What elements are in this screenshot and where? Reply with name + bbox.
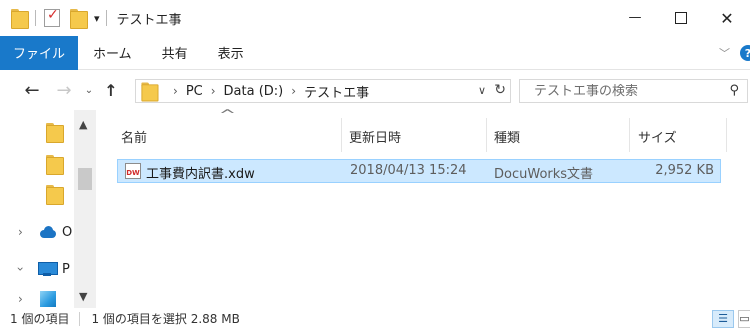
navigation-bar: ← → ⌄ ↑ › PC › Data (D:) › テストエ事 ∨ ↻ ⚲ (0, 70, 750, 110)
maximize-button[interactable] (658, 0, 704, 36)
minimize-button[interactable]: — (612, 0, 658, 36)
column-divider[interactable] (726, 118, 727, 152)
breadcrumb-folder[interactable]: テストエ事 (304, 82, 369, 101)
nav-item-folder[interactable] (0, 153, 74, 175)
address-history-chevron-icon[interactable]: ∨ (478, 84, 486, 97)
collapse-chevron-icon[interactable]: › (13, 267, 27, 272)
file-name: 工事費内訳書.xdw (146, 167, 255, 182)
search-icon[interactable]: ⚲ (729, 83, 739, 98)
qat-divider (35, 10, 36, 26)
status-divider (79, 311, 81, 326)
ribbon-tabs: ファイル ホーム 共有 表示 ﹀ ? (0, 35, 750, 70)
quick-access-toolbar: ✓ ▾ (0, 7, 111, 29)
expand-chevron-icon[interactable]: › (18, 225, 23, 239)
recent-locations-chevron-icon[interactable]: ⌄ (82, 85, 96, 96)
tab-view[interactable]: 表示 (203, 43, 259, 62)
title-bar: ✓ ▾ テストエ事 — ✕ (0, 0, 750, 36)
new-folder-icon[interactable] (70, 9, 88, 29)
close-button[interactable]: ✕ (704, 0, 750, 36)
scroll-down-icon[interactable]: ▼ (79, 290, 87, 303)
large-icons-view-icon[interactable]: ▭ (738, 309, 750, 328)
folder-icon (46, 185, 64, 205)
help-icon[interactable]: ? (740, 45, 750, 61)
nav-item-3d-objects[interactable]: › (0, 288, 74, 310)
nav-item-this-pc[interactable]: › P (0, 258, 74, 280)
breadcrumb-chevron-icon[interactable]: › (211, 84, 216, 98)
file-size: 2,952 KB (655, 163, 714, 178)
tab-share[interactable]: 共有 (147, 43, 203, 62)
nav-item-folder[interactable] (0, 121, 74, 143)
navigation-pane: › O › P › ▲ ▼ (0, 110, 96, 308)
folder-icon (46, 123, 64, 143)
tab-file[interactable]: ファイル (0, 35, 78, 70)
file-type: DocuWorks文書 (494, 167, 594, 182)
column-header-name[interactable]: 名前 (119, 110, 341, 152)
file-row[interactable]: DW 工事費内訳書.xdw 2018/04/13 15:24 DocuWorks… (117, 159, 721, 183)
maximize-icon (675, 12, 687, 24)
column-header-modified[interactable]: 更新日時 (342, 110, 486, 152)
customize-qat-dropdown[interactable]: ▾ (94, 12, 100, 25)
refresh-icon[interactable]: ↻ (494, 82, 506, 98)
file-modified: 2018/04/13 15:24 (350, 163, 467, 178)
nav-item-label: O (62, 224, 73, 240)
tab-home[interactable]: ホーム (78, 43, 147, 62)
search-input[interactable] (534, 83, 714, 99)
address-bar[interactable]: › PC › Data (D:) › テストエ事 ∨ ↻ (135, 79, 511, 103)
expand-chevron-icon[interactable]: › (18, 292, 23, 306)
breadcrumb-pc[interactable]: PC (186, 84, 203, 99)
window-title: テストエ事 (116, 12, 182, 28)
status-bar: 1 個の項目 1 個の項目を選択 2.88 MB ☰ ▭ (0, 308, 750, 329)
properties-icon[interactable]: ✓ (44, 7, 60, 27)
breadcrumb-drive[interactable]: Data (D:) (224, 84, 284, 99)
nav-item-folder[interactable] (0, 183, 74, 205)
expand-ribbon-chevron-icon[interactable]: ﹀ (719, 45, 730, 61)
breadcrumb-chevron-icon[interactable]: › (291, 84, 296, 98)
scroll-up-icon[interactable]: ▲ (79, 118, 87, 131)
folder-icon (141, 82, 159, 102)
column-header-type[interactable]: 種類 (487, 110, 629, 152)
status-selection: 1 個の項目を選択 2.88 MB (91, 312, 240, 326)
3d-objects-icon (40, 291, 56, 307)
folder-icon (46, 155, 64, 175)
nav-item-onedrive[interactable]: › O (0, 221, 74, 243)
nav-pane-scrollbar[interactable]: ▲ ▼ (74, 110, 96, 308)
qat-divider (105, 10, 107, 26)
forward-arrow-icon[interactable]: → (52, 80, 76, 101)
back-arrow-icon[interactable]: ← (20, 80, 44, 101)
column-header-size[interactable]: サイズ (630, 110, 726, 152)
onedrive-icon (38, 226, 58, 238)
up-arrow-icon[interactable]: ↑ (100, 81, 122, 100)
scrollbar-thumb[interactable] (78, 168, 92, 190)
nav-item-label: P (62, 261, 70, 277)
status-item-count: 1 個の項目 (10, 312, 70, 326)
docuworks-file-icon: DW (125, 163, 141, 179)
breadcrumb-chevron-icon[interactable]: › (173, 84, 178, 98)
folder-icon[interactable] (11, 9, 29, 29)
this-pc-icon (38, 262, 58, 276)
search-box[interactable]: ⚲ (519, 79, 748, 103)
details-view-icon[interactable]: ☰ (712, 309, 734, 328)
